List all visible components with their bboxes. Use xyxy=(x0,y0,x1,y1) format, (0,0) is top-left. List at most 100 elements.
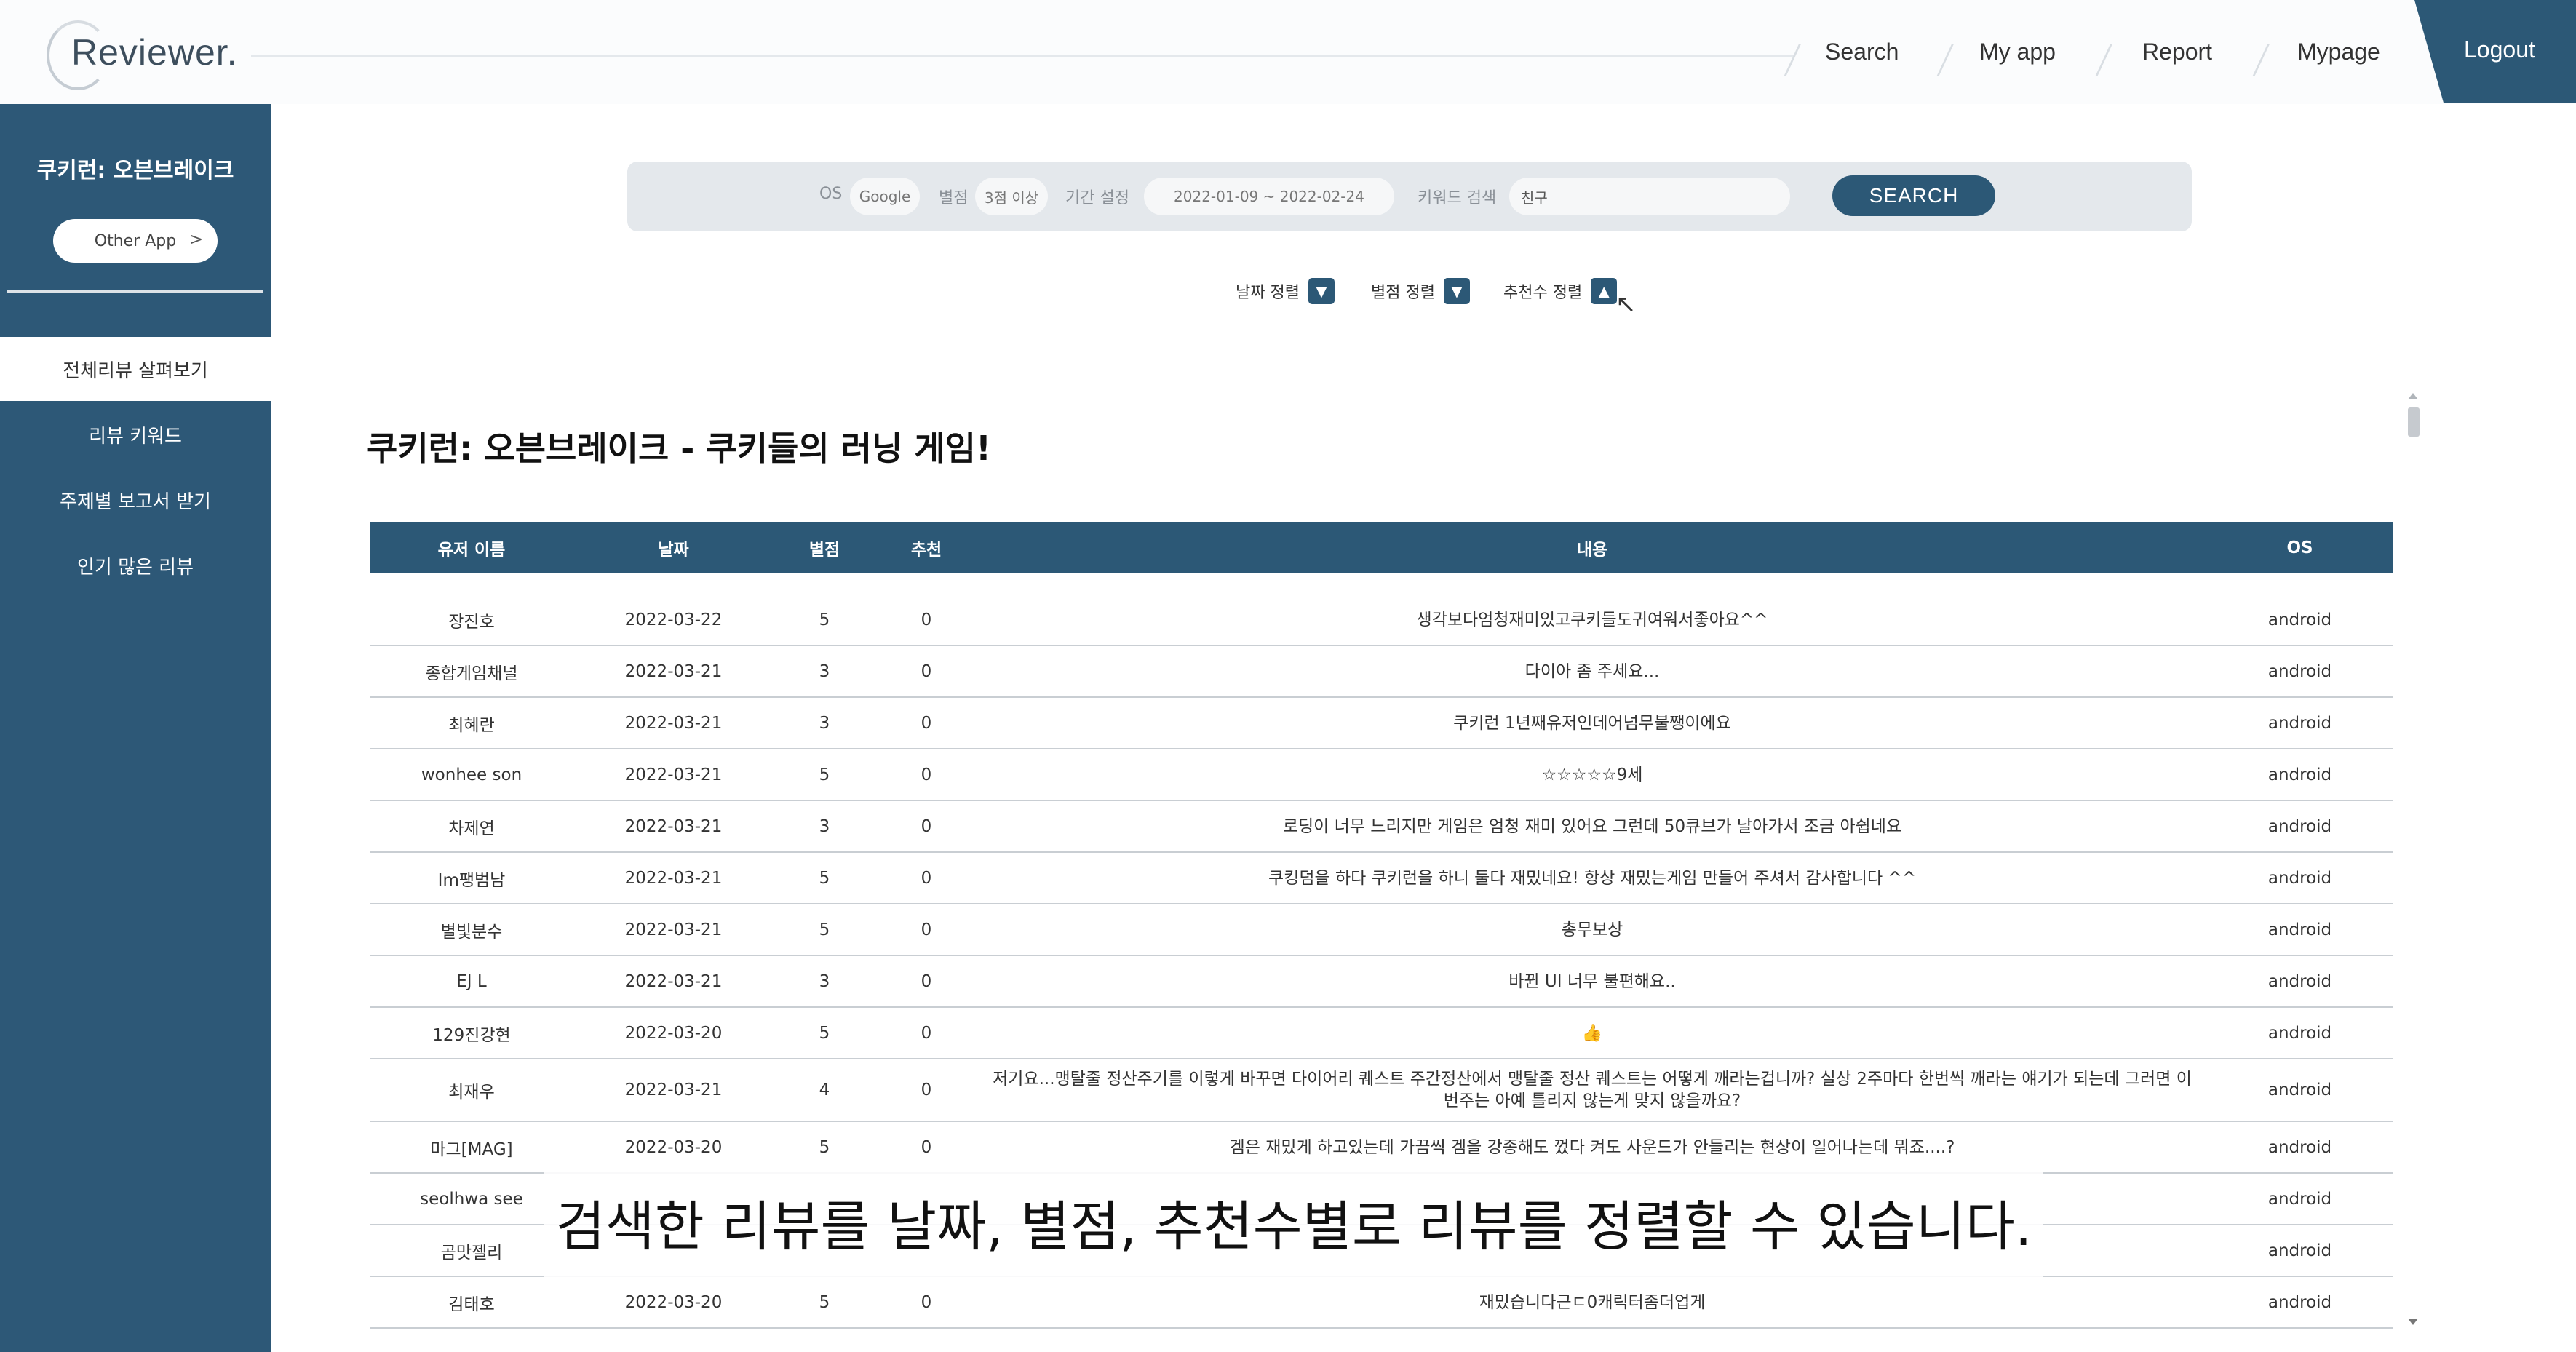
cell-os: android xyxy=(2267,920,2332,939)
cell-user-name: EJ L xyxy=(456,971,487,991)
rating-select[interactable]: 3점 이상 xyxy=(975,178,1048,215)
cell-os: android xyxy=(2267,1189,2332,1209)
cell-user-name: Im팽범남 xyxy=(437,870,506,890)
sort-by-rating[interactable]: 별점 정렬 ▼ xyxy=(1371,277,1470,306)
cell-user-name: 마그[MAG] xyxy=(430,1140,513,1159)
keyword-label: 키워드 검색 xyxy=(1418,189,1497,207)
table-row[interactable]: 별빛분수 2022-03-21 5 0 총무보상 android xyxy=(370,904,2393,956)
nav-search[interactable]: Search xyxy=(1825,0,1899,104)
nav-mypage[interactable]: Mypage xyxy=(2297,0,2380,104)
sidebar-divider xyxy=(7,290,263,293)
cell-user-name: 장진호 xyxy=(448,612,495,632)
sort-down-icon[interactable]: ▼ xyxy=(1443,278,1470,304)
cell-recommend: 0 xyxy=(921,868,932,888)
cell-rating: 4 xyxy=(819,1081,830,1100)
cell-os: android xyxy=(2267,610,2332,629)
cell-os: android xyxy=(2267,1081,2332,1100)
os-select[interactable]: Google xyxy=(850,178,920,215)
sidebar-item-topic-report[interactable]: 주제별 보고서 받기 xyxy=(0,468,271,532)
cell-os: android xyxy=(2267,1023,2332,1043)
cell-content: 👍 xyxy=(1581,1023,1603,1043)
page-title: 쿠키런: 오븐브레이크 - 쿠키들의 러닝 게임! xyxy=(367,429,991,468)
table-row[interactable]: 종합게임채널 2022-03-21 3 0 다이아 좀 주세요... android xyxy=(370,646,2393,698)
cell-date: 2022-03-21 xyxy=(624,971,723,991)
logo[interactable]: Reviewer. xyxy=(47,16,238,90)
period-label: 기간 설정 xyxy=(1065,189,1129,207)
sort-by-recommend[interactable]: 추천수 정렬 ▲ xyxy=(1503,277,1618,306)
cell-user-name: 종합게임채널 xyxy=(425,664,518,683)
sidebar-app-name: 쿠키런: 오븐브레이크 xyxy=(36,158,234,183)
cell-content: 생각보다엄청재미있고쿠키들도귀여워서좋아요^^ xyxy=(1416,610,1768,629)
sort-by-date[interactable]: 날짜 정렬 ▼ xyxy=(1236,277,1335,306)
cell-rating: 3 xyxy=(819,971,830,991)
cell-rating: 5 xyxy=(819,868,830,888)
cell-os: android xyxy=(2267,868,2332,888)
cell-recommend: 0 xyxy=(921,765,932,784)
column-header-content: 내용 xyxy=(1576,541,1608,560)
sidebar-item-popular-reviews[interactable]: 인기 많은 리뷰 xyxy=(0,533,271,597)
cell-os: android xyxy=(2267,1137,2332,1157)
sort-up-icon[interactable]: ▲ xyxy=(1591,278,1618,304)
sidebar-item-review-keywords[interactable]: 리뷰 키워드 xyxy=(0,402,271,466)
cell-content: 다이아 좀 주세요... xyxy=(1524,661,1660,681)
sidebar-item-all-reviews[interactable]: 전체리뷰 살펴보기 xyxy=(0,337,271,401)
cell-date: 2022-03-21 xyxy=(624,816,723,836)
sidebar: 쿠키런: 오븐브레이크 Other App > 전체리뷰 살펴보기 리뷰 키워드… xyxy=(0,104,271,1352)
cell-content: ☆☆☆☆☆9세 xyxy=(1541,765,1643,784)
cell-date: 2022-03-21 xyxy=(624,1081,723,1100)
cell-os: android xyxy=(2267,816,2332,836)
cell-user-name: wonhee son xyxy=(421,765,522,784)
scroll-down-icon[interactable] xyxy=(2408,1319,2418,1325)
period-input[interactable]: 2022-01-09 ~ 2022-02-24 xyxy=(1144,178,1394,215)
other-app-button[interactable]: Other App > xyxy=(53,219,218,263)
cell-recommend: 0 xyxy=(921,713,932,733)
nav-separator xyxy=(2095,44,2113,76)
cell-os: android xyxy=(2267,765,2332,784)
cell-user-name: 김태호 xyxy=(448,1295,495,1314)
cell-date: 2022-03-21 xyxy=(624,713,723,733)
header-divider xyxy=(251,55,1794,57)
cell-recommend: 0 xyxy=(921,1292,932,1312)
cell-content: 저기요...맹탈줄 정산주기를 이렇게 바꾸면 다이어리 퀘스트 주간정산에서 … xyxy=(993,1070,2192,1110)
search-button[interactable]: SEARCH xyxy=(1832,175,1995,216)
table-row[interactable]: 김태호 2022-03-20 5 0 재밌습니다근ㄷ0캐릭터좀더업게 android xyxy=(370,1277,2393,1329)
cell-recommend: 0 xyxy=(921,610,932,629)
table-row[interactable]: 차제연 2022-03-21 3 0 로딩이 너무 느리지만 게임은 엄청 재미 있어요… xyxy=(370,801,2393,853)
cell-user-name: 별빛분수 xyxy=(440,922,503,942)
cell-os: android xyxy=(2267,713,2332,733)
cell-content: 쿠킹덤을 하다 쿠키런을 하니 둘다 재밌네요! 항상 재밌는게임 만들어 주셔… xyxy=(1268,868,1916,888)
table-row[interactable]: 129진강현 2022-03-20 5 0 👍 android xyxy=(370,1008,2393,1059)
scroll-up-icon[interactable] xyxy=(2408,393,2418,399)
column-header-date: 날짜 xyxy=(658,541,689,560)
cell-rating: 5 xyxy=(819,765,830,784)
sort-down-icon[interactable]: ▼ xyxy=(1308,278,1335,304)
table-row[interactable]: EJ L 2022-03-21 3 0 바뀐 UI 너무 불편해요.. android xyxy=(370,956,2393,1008)
keyword-input[interactable]: 친구 xyxy=(1509,178,1790,215)
cell-date: 2022-03-20 xyxy=(624,1023,723,1043)
os-label: OS xyxy=(819,185,843,203)
nav-separator xyxy=(1936,44,1955,76)
cell-rating: 5 xyxy=(819,920,830,939)
table-row[interactable]: wonhee son 2022-03-21 5 0 ☆☆☆☆☆9세 android xyxy=(370,749,2393,801)
chevron-right-icon: > xyxy=(189,231,203,249)
cell-recommend: 0 xyxy=(921,1023,932,1043)
cell-os: android xyxy=(2267,1241,2332,1260)
nav-report[interactable]: Report xyxy=(2142,0,2212,104)
cell-date: 2022-03-21 xyxy=(624,765,723,784)
cell-user-name: seolhwa see xyxy=(420,1189,523,1209)
cell-rating: 5 xyxy=(819,1292,830,1312)
table-row[interactable]: 최재우 2022-03-21 4 0 저기요...맹탈줄 정산주기를 이렇게 바꾸면 다… xyxy=(370,1059,2393,1122)
table-row[interactable]: 장진호 2022-03-22 5 0 생각보다엄청재미있고쿠키들도귀여워서좋아요^^ an… xyxy=(370,595,2393,646)
scrollbar-thumb[interactable] xyxy=(2408,407,2420,437)
cell-content: 총무보상 xyxy=(1561,920,1623,939)
cell-rating: 5 xyxy=(819,610,830,629)
cell-rating: 3 xyxy=(819,713,830,733)
logout-button[interactable]: Logout xyxy=(2414,0,2576,103)
table-row[interactable]: Im팽범남 2022-03-21 5 0 쿠킹덤을 하다 쿠키런을 하니 둘다 재밌네요… xyxy=(370,853,2393,904)
cell-recommend: 0 xyxy=(921,1081,932,1100)
sort-rating-label: 별점 정렬 xyxy=(1371,284,1435,302)
nav-my-app[interactable]: My app xyxy=(1979,0,2056,104)
table-row[interactable]: 최혜란 2022-03-21 3 0 쿠키런 1년째유저인데어넘무불쨍이에요 androi… xyxy=(370,698,2393,749)
nav-separator xyxy=(2252,44,2270,76)
cell-recommend: 0 xyxy=(921,920,932,939)
